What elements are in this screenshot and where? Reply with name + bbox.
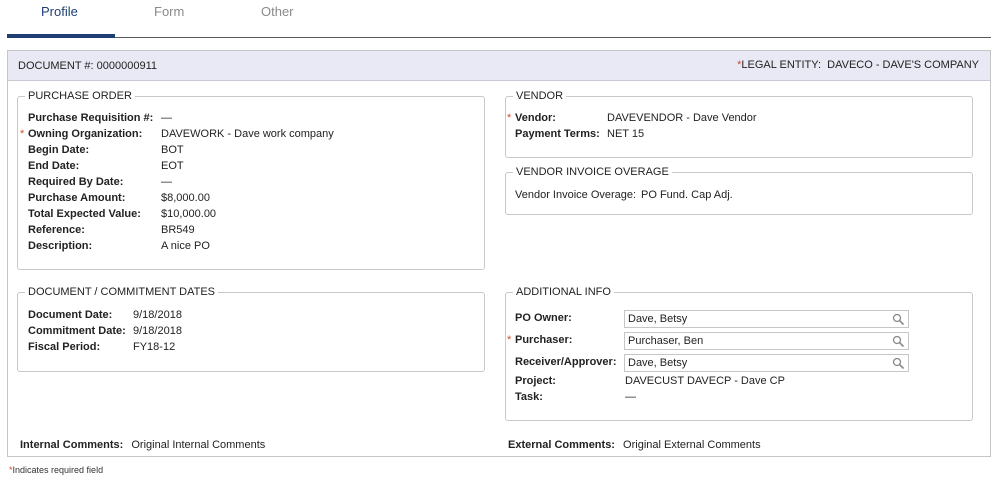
internal-comments-label: Internal Comments: — [20, 439, 124, 451]
tab-profile[interactable]: Profile — [41, 4, 78, 20]
purchase-order-title: PURCHASE ORDER — [28, 90, 132, 102]
purchaser-label: Purchaser: — [515, 334, 573, 346]
document-number-value: 0000000911 — [96, 60, 158, 72]
project-value: DAVECUST DAVECP - Dave CP — [625, 375, 785, 387]
required-field-note: *Indicates required field — [9, 465, 103, 475]
purchase-order-field-value: $10,000.00 — [161, 208, 217, 220]
dates-title: DOCUMENT / COMMITMENT DATES — [28, 286, 215, 298]
receiver-approver-field[interactable]: Dave, Betsy — [624, 354, 909, 372]
vendor-title: VENDOR — [516, 90, 564, 102]
project-label: Project: — [515, 375, 556, 387]
purchase-order-field-value: — — [161, 176, 172, 188]
purchase-order-field-label: Reference: — [28, 224, 85, 236]
po-owner-field[interactable]: Dave, Betsy — [624, 310, 909, 328]
purchaser-field[interactable]: Purchaser, Ben — [624, 332, 909, 350]
required-marker: * — [507, 112, 512, 124]
vendor-label: Vendor: — [515, 112, 556, 124]
purchase-order-field-value: — — [161, 112, 172, 124]
po-owner-label: PO Owner: — [515, 312, 572, 324]
legal-entity: *LEGAL ENTITY: DAVECO - DAVE'S COMPANY — [737, 59, 979, 71]
task-label: Task: — [515, 391, 543, 403]
required-marker: * — [20, 128, 25, 140]
legal-entity-label: LEGAL ENTITY: — [741, 59, 822, 71]
tab-bar: Profile Form Other — [7, 0, 991, 38]
external-comments-value: Original External Comments — [623, 439, 761, 451]
search-icon[interactable] — [892, 357, 905, 370]
active-tab-indicator — [7, 34, 115, 38]
purchase-order-field-value: BOT — [161, 144, 184, 156]
purchase-order-field-label: Owning Organization: — [28, 128, 143, 140]
search-icon[interactable] — [892, 313, 905, 326]
document-number: DOCUMENT #: 0000000911 — [18, 60, 157, 72]
required-field-note-text: Indicates required field — [12, 465, 104, 475]
tab-other[interactable]: Other — [261, 4, 294, 20]
purchase-order-field-label: End Date: — [28, 160, 80, 172]
receiver-approver-value: Dave, Betsy — [628, 357, 688, 369]
vendor-overage-value: PO Fund. Cap Adj. — [641, 189, 733, 201]
vendor-overage-label: Vendor Invoice Overage: — [515, 189, 637, 201]
po-owner-value: Dave, Betsy — [628, 313, 688, 325]
purchase-order-field-value: BR549 — [161, 224, 195, 236]
purchaser-value: Purchaser, Ben — [628, 335, 704, 347]
document-header: DOCUMENT #: 0000000911 *LEGAL ENTITY: DA… — [8, 51, 990, 81]
dates-field-value: 9/18/2018 — [133, 325, 182, 337]
payment-terms-label: Payment Terms: — [515, 128, 600, 140]
internal-comments-value: Original Internal Comments — [131, 439, 266, 451]
search-icon[interactable] — [892, 335, 905, 348]
vendor-section: VENDOR — [505, 90, 973, 158]
document-number-label: DOCUMENT #: — [18, 60, 94, 72]
legal-entity-value: DAVECO - DAVE'S COMPANY — [827, 59, 979, 71]
dates-field-label: Fiscal Period: — [28, 341, 101, 353]
dates-field-label: Document Date: — [28, 309, 113, 321]
required-marker: * — [507, 334, 512, 346]
purchase-order-field-value: $8,000.00 — [161, 192, 210, 204]
external-comments: External Comments: Original External Com… — [508, 439, 761, 451]
dates-field-value: 9/18/2018 — [133, 309, 182, 321]
purchase-order-field-value: DAVEWORK - Dave work company — [161, 128, 334, 140]
purchase-order-field-label: Total Expected Value: — [28, 208, 141, 220]
dates-field-label: Commitment Date: — [28, 325, 126, 337]
task-value: — — [625, 391, 636, 403]
additional-info-title: ADDITIONAL INFO — [516, 286, 611, 298]
purchase-order-field-label: Purchase Amount: — [28, 192, 126, 204]
payment-terms-value: NET 15 — [607, 128, 645, 140]
vendor-value: DAVEVENDOR - Dave Vendor — [607, 112, 757, 124]
purchase-order-field-label: Required By Date: — [28, 176, 124, 188]
tab-form[interactable]: Form — [154, 4, 184, 20]
external-comments-label: External Comments: — [508, 439, 615, 451]
purchase-order-field-value: EOT — [161, 160, 184, 172]
receiver-approver-label: Receiver/Approver: — [515, 356, 617, 368]
purchase-order-field-value: A nice PO — [161, 240, 210, 252]
internal-comments: Internal Comments: Original Internal Com… — [20, 439, 265, 451]
purchase-order-field-label: Purchase Requisition #: — [28, 112, 154, 124]
purchase-order-field-label: Begin Date: — [28, 144, 90, 156]
dates-field-value: FY18-12 — [133, 341, 176, 353]
purchase-order-field-label: Description: — [28, 240, 93, 252]
vendor-overage-title: VENDOR INVOICE OVERAGE — [516, 166, 669, 178]
